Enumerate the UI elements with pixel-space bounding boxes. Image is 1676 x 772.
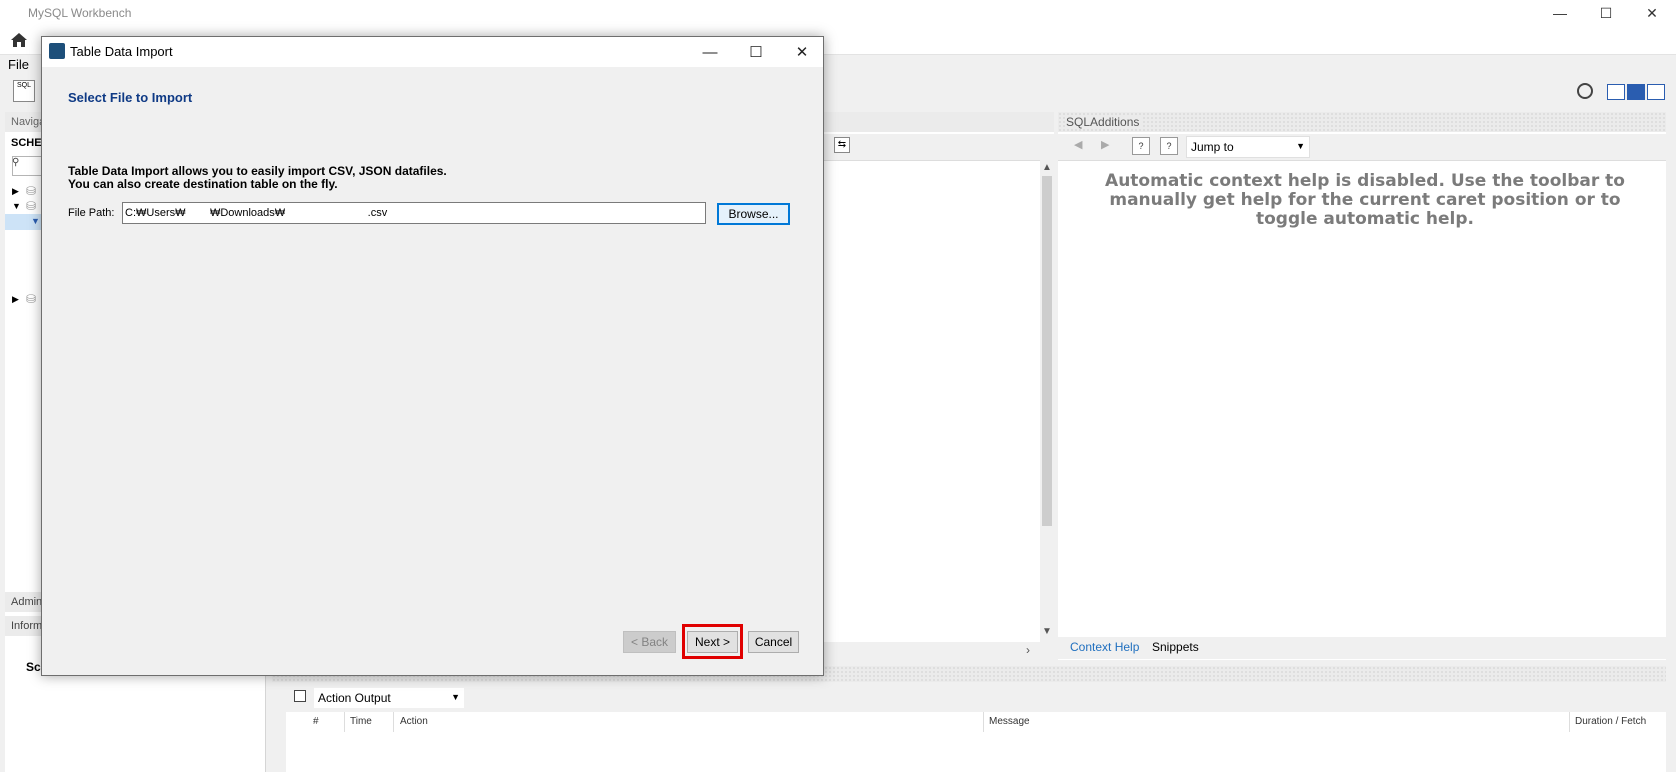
- scroll-up-arrow-icon[interactable]: ▲: [1042, 162, 1052, 173]
- chevron-down-icon: ▼: [1296, 141, 1305, 151]
- browse-button[interactable]: Browse...: [717, 203, 790, 225]
- copy-icon[interactable]: [294, 690, 306, 702]
- toggle-secondary-sidebar-icon[interactable]: [1647, 84, 1665, 100]
- search-icon: ⚲: [12, 157, 20, 168]
- column-header-time[interactable]: Time: [350, 716, 372, 727]
- chevron-down-icon: ▼: [451, 692, 460, 702]
- next-button[interactable]: Next >: [687, 631, 738, 653]
- jump-to-select[interactable]: Jump to ▼: [1186, 136, 1310, 158]
- table-data-import-dialog: [41, 36, 824, 676]
- database-icon: ⛁: [26, 184, 37, 198]
- database-icon: ⛁: [26, 199, 37, 213]
- dialog-heading: Select File to Import: [68, 90, 193, 105]
- column-header-number[interactable]: #: [313, 716, 319, 727]
- tab-context-help[interactable]: Context Help: [1070, 640, 1139, 654]
- window-maximize-button[interactable]: ☐: [1583, 0, 1629, 26]
- file-path-label: File Path:: [68, 207, 115, 219]
- app-title: MySQL Workbench: [28, 6, 132, 20]
- column-header-action[interactable]: Action: [400, 716, 428, 727]
- tab-snippets[interactable]: Snippets: [1152, 640, 1199, 654]
- mysql-workbench-icon: [49, 43, 65, 59]
- tree-row-selected[interactable]: ▼: [5, 214, 43, 230]
- dialog-description: Table Data Import allows you to easily i…: [68, 164, 447, 191]
- column-header-message[interactable]: Message: [989, 716, 1030, 727]
- expand-arrow-icon[interactable]: ▶: [12, 186, 19, 197]
- context-help-message: Automatic context help is disabled. Use …: [1105, 171, 1625, 229]
- editor-vertical-scrollbar[interactable]: [1040, 160, 1054, 642]
- preferences-icon[interactable]: [1577, 83, 1593, 99]
- action-output-grid: [286, 712, 1666, 772]
- file-path-field[interactable]: [122, 202, 706, 224]
- column-header-duration[interactable]: Duration / Fetch: [1575, 716, 1646, 727]
- output-type-select[interactable]: Action Output ▼: [314, 688, 464, 708]
- main-title-bar: [0, 0, 1676, 26]
- menu-file[interactable]: File: [8, 57, 29, 72]
- window-minimize-button[interactable]: —: [1537, 0, 1583, 26]
- dialog-minimize-button[interactable]: —: [687, 37, 733, 67]
- database-icon: ⛁: [26, 292, 37, 306]
- dialog-maximize-button[interactable]: ☐: [733, 37, 779, 67]
- sql-additions-tab-bar: [1058, 637, 1666, 659]
- wrap-text-icon[interactable]: ⇆: [834, 137, 850, 153]
- auto-help-icon[interactable]: ?: [1160, 137, 1178, 155]
- sql-file-icon[interactable]: SQL: [13, 80, 35, 102]
- dialog-close-button[interactable]: ✕: [779, 37, 825, 67]
- dialog-title: Table Data Import: [70, 44, 173, 59]
- toggle-output-icon[interactable]: [1627, 84, 1645, 100]
- sql-additions-header: SQLAdditions: [1058, 112, 1666, 132]
- output-toolbar: [272, 686, 1666, 710]
- expand-arrow-icon[interactable]: ▶: [12, 294, 19, 305]
- collapse-arrow-icon[interactable]: ▼: [31, 216, 40, 226]
- file-path-input[interactable]: [125, 205, 699, 221]
- cancel-button[interactable]: Cancel: [748, 631, 799, 653]
- window-close-button[interactable]: ✕: [1629, 0, 1675, 26]
- scroll-down-arrow-icon[interactable]: ▼: [1042, 626, 1052, 637]
- collapse-arrow-icon[interactable]: ▼: [12, 201, 21, 211]
- forward-arrow-icon[interactable]: ▶: [1101, 138, 1109, 151]
- back-arrow-icon[interactable]: ◀: [1074, 138, 1082, 151]
- manual-help-icon[interactable]: ?: [1132, 137, 1150, 155]
- home-icon[interactable]: [10, 32, 28, 48]
- toggle-sidebar-icon[interactable]: [1607, 84, 1625, 100]
- back-button: < Back: [623, 631, 676, 653]
- scroll-right-arrow-icon[interactable]: ›: [1026, 643, 1030, 657]
